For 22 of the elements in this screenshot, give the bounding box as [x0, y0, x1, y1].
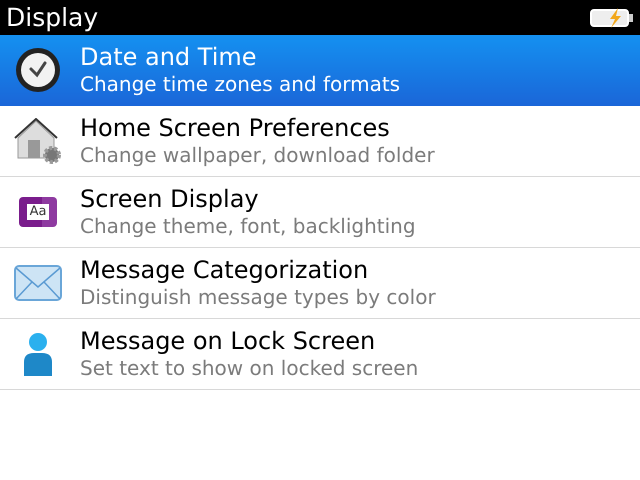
window-title: Display	[6, 2, 98, 34]
item-title: Home Screen Preferences	[80, 114, 391, 142]
item-title: Message on Lock Screen	[80, 327, 376, 355]
theme-icon: Aa	[19, 197, 57, 227]
list-item[interactable]: Date and Time Change time zones and formats	[0, 35, 640, 106]
item-title: Screen Display	[80, 185, 260, 213]
item-subtitle: Set text to show on locked screen	[80, 355, 418, 381]
clock-icon	[15, 47, 61, 93]
item-subtitle: Change theme, font, backlighting	[80, 213, 416, 239]
person-icon	[22, 332, 54, 376]
item-subtitle: Change wallpaper, download folder	[80, 142, 435, 168]
list-item[interactable]: Message Categorization Distinguish message types by color	[0, 248, 640, 319]
house-gear-icon	[14, 118, 62, 164]
item-subtitle: Change time zones and formats	[80, 71, 400, 97]
envelope-icon	[14, 265, 62, 301]
item-title: Date and Time	[80, 43, 258, 71]
item-subtitle: Distinguish message types by color	[80, 284, 436, 310]
list-item[interactable]: Home Screen Preferences Change wallpaper, download folder	[0, 106, 640, 177]
battery-charging-icon	[590, 8, 634, 28]
list-item[interactable]: Aa Screen Display Change theme, font, backlighting	[0, 177, 640, 248]
list-item[interactable]: Message on Lock Screen Set text to show on locked screen	[0, 319, 640, 390]
item-title: Message Categorization	[80, 256, 370, 284]
